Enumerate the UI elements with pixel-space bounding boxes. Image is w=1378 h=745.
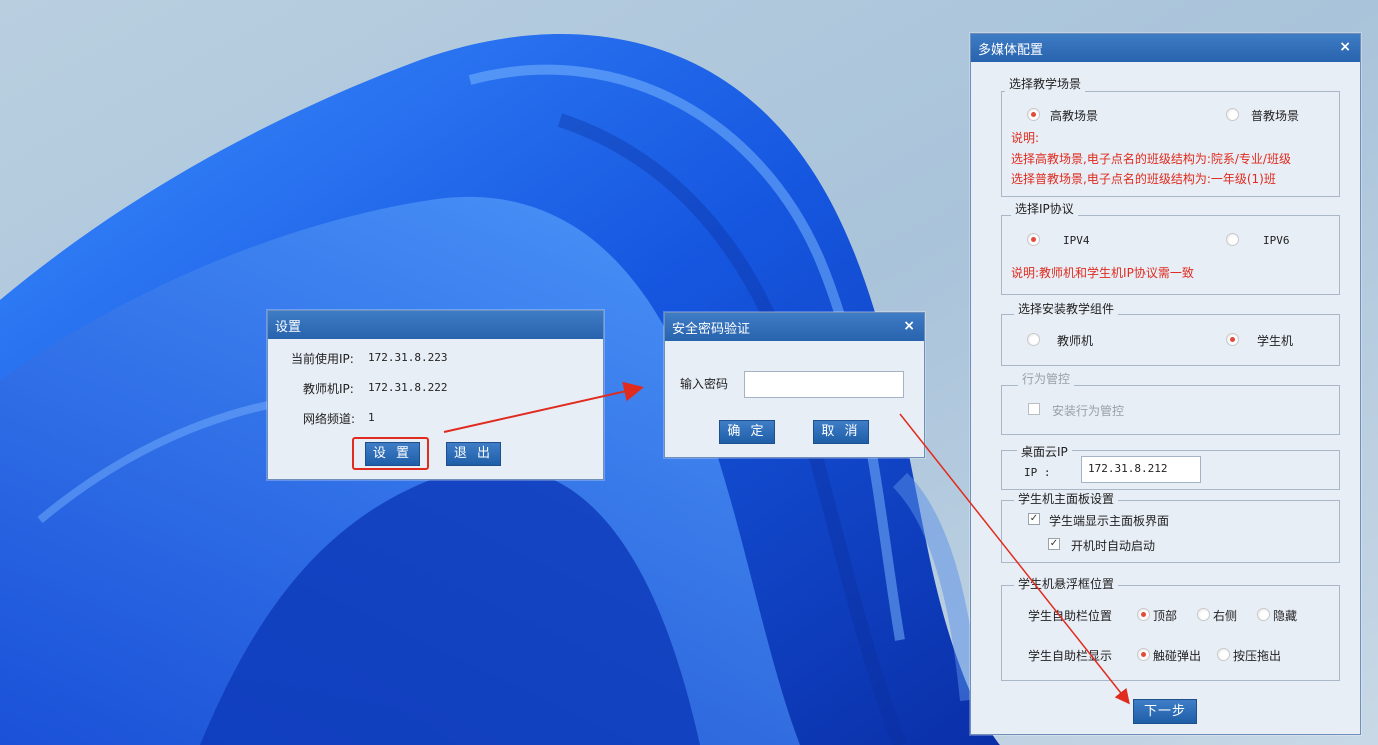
show-main-panel-label: 学生端显示主面板界面 bbox=[1049, 514, 1170, 528]
ip-protocol-note: 说明:教师机和学生机IP协议需一致 bbox=[1011, 266, 1194, 280]
student-radio[interactable] bbox=[1226, 333, 1239, 346]
touch-popup-radio[interactable] bbox=[1137, 648, 1150, 661]
autostart-label: 开机时自动启动 bbox=[1071, 539, 1156, 553]
general-edu-radio[interactable] bbox=[1226, 108, 1239, 121]
highlight-box bbox=[352, 437, 429, 470]
config-dialog-titlebar[interactable]: 多媒体配置 × bbox=[971, 34, 1360, 62]
close-icon[interactable]: × bbox=[1339, 40, 1351, 54]
autostart-checkbox[interactable]: ✓ bbox=[1048, 538, 1060, 550]
student-panel-legend: 学生机主面板设置 bbox=[1014, 490, 1119, 507]
higher-edu-radio[interactable] bbox=[1027, 108, 1040, 121]
settings-dialog: 设置 当前使用IP: 172.31.8.223 教师机IP: 172.31.8.… bbox=[267, 310, 604, 480]
password-input[interactable] bbox=[744, 371, 904, 398]
ip-protocol-group bbox=[1001, 215, 1340, 295]
desktop-cloud-ip-input[interactable]: 172.31.8.212 bbox=[1081, 456, 1201, 483]
ipv6-label: IPV6 bbox=[1263, 234, 1290, 247]
password-label: 输入密码 bbox=[680, 377, 729, 391]
teaching-scene-legend: 选择教学场景 bbox=[1005, 75, 1086, 92]
multimedia-config-dialog: 多媒体配置 × 选择教学场景 高教场景 普教场景 说明: 选择高教场景,电子点名… bbox=[970, 33, 1361, 735]
next-step-button[interactable]: 下一步 bbox=[1133, 699, 1197, 724]
behavior-control-legend: 行为管控 bbox=[1018, 370, 1075, 387]
password-dialog: 安全密码验证 × 输入密码 确 定 取 消 bbox=[664, 312, 925, 458]
student-label: 学生机 bbox=[1257, 334, 1294, 348]
teacher-ip-value: 172.31.8.222 bbox=[368, 381, 448, 394]
settings-dialog-title: 设置 bbox=[275, 319, 302, 335]
scene-note-line: 选择高教场景,电子点名的班级结构为:院系/专业/班级 bbox=[1011, 152, 1291, 166]
higher-edu-label: 高教场景 bbox=[1050, 109, 1099, 123]
channel-value: 1 bbox=[368, 411, 375, 424]
toolbar-top-radio[interactable] bbox=[1137, 608, 1150, 621]
teacher-label: 教师机 bbox=[1057, 334, 1094, 348]
teacher-ip-label: 教师机IP: bbox=[303, 382, 354, 396]
ipv6-radio[interactable] bbox=[1226, 233, 1239, 246]
behavior-control-label: 安装行为管控 bbox=[1052, 404, 1125, 418]
toolbar-position-label: 学生自助栏位置 bbox=[1028, 609, 1113, 623]
teacher-radio[interactable] bbox=[1027, 333, 1040, 346]
scene-note-line: 选择普教场景,电子点名的班级结构为:一年级(1)班 bbox=[1011, 172, 1276, 186]
toolbar-right-radio[interactable] bbox=[1197, 608, 1210, 621]
press-drag-radio[interactable] bbox=[1217, 648, 1230, 661]
toolbar-display-label: 学生自助栏显示 bbox=[1028, 649, 1113, 663]
touch-popup-label: 触碰弹出 bbox=[1153, 649, 1202, 663]
exit-button[interactable]: 退 出 bbox=[446, 442, 501, 466]
toolbar-right-label: 右侧 bbox=[1213, 609, 1238, 623]
confirm-button[interactable]: 确 定 bbox=[719, 420, 775, 444]
ipv4-radio[interactable] bbox=[1027, 233, 1040, 246]
press-drag-label: 按压拖出 bbox=[1233, 649, 1282, 663]
current-ip-label: 当前使用IP: bbox=[291, 352, 354, 366]
config-dialog-title: 多媒体配置 bbox=[978, 42, 1044, 58]
password-dialog-title: 安全密码验证 bbox=[672, 321, 751, 337]
current-ip-value: 172.31.8.223 bbox=[368, 351, 448, 364]
cancel-button[interactable]: 取 消 bbox=[813, 420, 869, 444]
scene-note-title: 说明: bbox=[1011, 131, 1040, 145]
float-position-legend: 学生机悬浮框位置 bbox=[1014, 575, 1119, 592]
toolbar-top-label: 顶部 bbox=[1153, 609, 1178, 623]
float-position-group bbox=[1001, 585, 1340, 681]
close-icon[interactable]: × bbox=[903, 319, 915, 333]
settings-dialog-titlebar[interactable]: 设置 bbox=[268, 311, 603, 339]
toolbar-hide-radio[interactable] bbox=[1257, 608, 1270, 621]
desktop-cloud-legend: 桌面云IP bbox=[1017, 443, 1072, 460]
behavior-control-checkbox[interactable] bbox=[1028, 403, 1040, 415]
ip-protocol-legend: 选择IP协议 bbox=[1011, 200, 1078, 217]
general-edu-label: 普教场景 bbox=[1251, 109, 1300, 123]
install-component-legend: 选择安装教学组件 bbox=[1014, 300, 1119, 317]
show-main-panel-checkbox[interactable]: ✓ bbox=[1028, 513, 1040, 525]
student-panel-group bbox=[1001, 500, 1340, 563]
toolbar-hide-label: 隐藏 bbox=[1273, 609, 1298, 623]
channel-label: 网络频道: bbox=[303, 412, 356, 426]
ipv4-label: IPV4 bbox=[1063, 234, 1090, 247]
desktop-cloud-ip-label: IP : bbox=[1024, 466, 1051, 479]
password-dialog-titlebar[interactable]: 安全密码验证 × bbox=[665, 313, 924, 341]
